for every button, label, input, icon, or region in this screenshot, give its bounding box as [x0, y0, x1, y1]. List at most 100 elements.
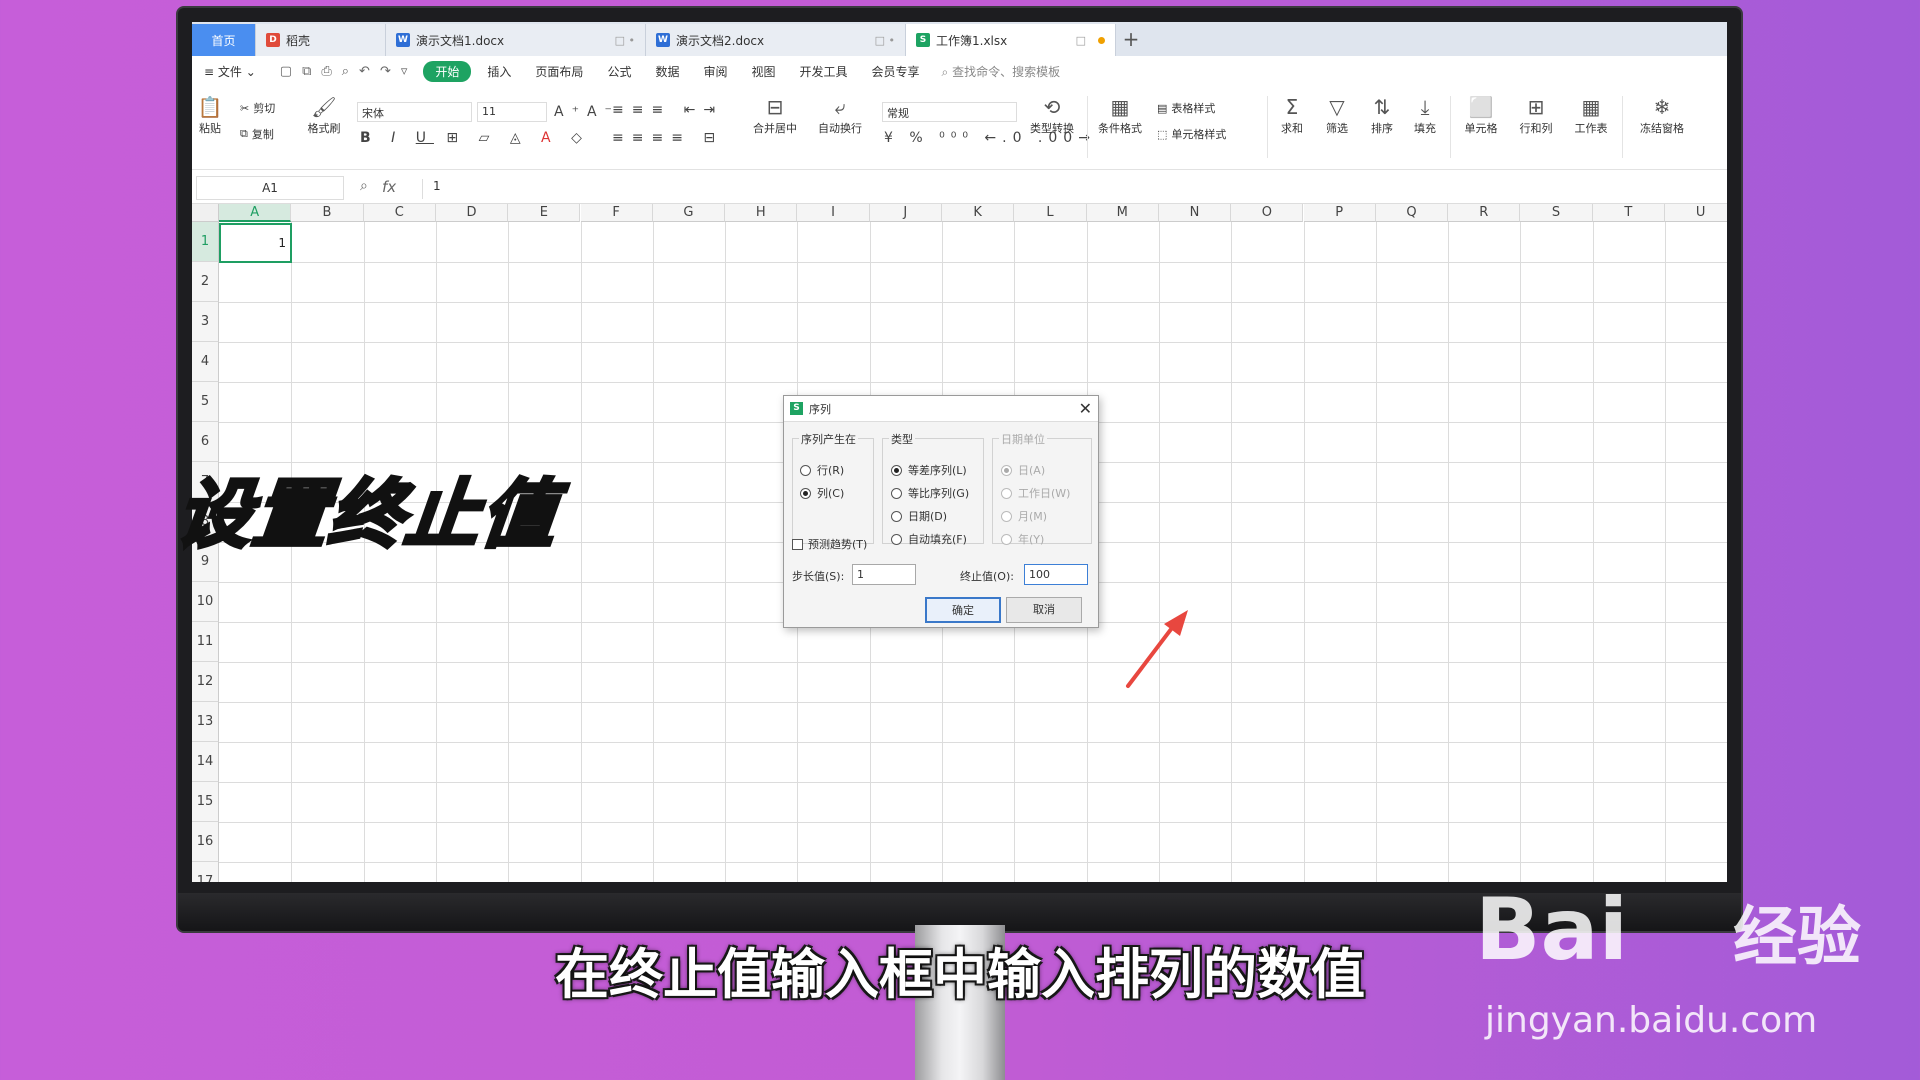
tab-docer[interactable]: D 稻壳: [256, 24, 386, 56]
preview-icon[interactable]: ⌕: [342, 64, 349, 79]
column-header[interactable]: P: [1303, 204, 1376, 222]
formula-input[interactable]: 1: [422, 179, 441, 199]
menu-member[interactable]: 会员专享: [860, 63, 932, 80]
zoom-icon[interactable]: ⌕: [360, 178, 368, 194]
ok-button[interactable]: 确定: [925, 597, 1001, 623]
print-icon[interactable]: ⎙: [321, 64, 331, 79]
column-header[interactable]: N: [1158, 204, 1232, 222]
trend-checkbox[interactable]: 预测趋势(T): [792, 536, 867, 552]
paste-button[interactable]: 📋 粘贴: [196, 94, 224, 136]
column-header[interactable]: T: [1592, 204, 1665, 222]
worksheet-button[interactable]: ▦ 工作表: [1567, 94, 1615, 136]
align-top-tools[interactable]: ≡≡≡ ⇤⇥: [612, 102, 723, 118]
cut-button[interactable]: ✂ 剪切: [240, 100, 275, 116]
conditional-format-button[interactable]: ▦ 条件格式: [1092, 94, 1148, 136]
tab-workbook[interactable]: S 工作簿1.xlsx □: [906, 24, 1116, 56]
menu-start[interactable]: 开始: [423, 60, 472, 82]
menu-insert[interactable]: 插入: [475, 63, 523, 80]
number-format-select[interactable]: 常规: [882, 102, 1017, 122]
redo-icon[interactable]: ↷: [380, 64, 391, 79]
column-header[interactable]: R: [1448, 204, 1521, 222]
close-icon[interactable]: □ •: [615, 34, 635, 47]
menu-layout[interactable]: 页面布局: [523, 63, 595, 80]
row-header[interactable]: 14: [192, 742, 219, 782]
close-icon[interactable]: ✕: [1079, 399, 1092, 418]
column-header[interactable]: O: [1231, 204, 1304, 222]
row-header[interactable]: 13: [192, 702, 219, 742]
copy-button[interactable]: ⧉ 复制: [240, 126, 274, 142]
row-radio[interactable]: 行(R): [800, 462, 844, 478]
table-style-button[interactable]: ▤ 表格样式: [1157, 100, 1215, 116]
tab-home[interactable]: 首页: [192, 24, 256, 56]
stop-input[interactable]: 100: [1024, 564, 1088, 585]
column-header[interactable]: M: [1086, 204, 1159, 222]
freeze-panes-button[interactable]: ❄ 冻结窗格: [1632, 94, 1692, 136]
merge-center-button[interactable]: ⊟ 合并居中: [747, 94, 803, 136]
column-header[interactable]: E: [508, 204, 581, 222]
row-header[interactable]: 11: [192, 622, 219, 662]
command-search[interactable]: ⌕ 查找命令、搜索模板: [942, 63, 1061, 80]
select-all-corner[interactable]: [192, 204, 219, 222]
linear-radio[interactable]: 等差序列(L): [891, 462, 967, 478]
undo-icon[interactable]: ↶: [359, 64, 370, 79]
step-input[interactable]: 1: [852, 564, 916, 585]
row-header[interactable]: 15: [192, 782, 219, 822]
column-header[interactable]: C: [363, 204, 436, 222]
row-header[interactable]: 5: [192, 382, 219, 422]
window-icon[interactable]: □: [1076, 34, 1086, 47]
column-header[interactable]: G: [652, 204, 726, 222]
cell-style-button[interactable]: ⬚ 单元格样式: [1157, 126, 1226, 142]
column-header[interactable]: I: [797, 204, 870, 222]
year-radio[interactable]: 年(Y): [1001, 531, 1044, 547]
name-box[interactable]: A1: [196, 176, 344, 200]
column-header[interactable]: H: [725, 204, 798, 222]
type-convert-button[interactable]: ⟲ 类型转换: [1022, 94, 1082, 136]
menu-review[interactable]: 审阅: [691, 63, 739, 80]
tab-doc1[interactable]: W 演示文档1.docx □ •: [386, 24, 646, 56]
menu-dev[interactable]: 开发工具: [788, 63, 860, 80]
autofill-radio[interactable]: 自动填充(F): [891, 531, 967, 547]
column-header[interactable]: S: [1520, 204, 1593, 222]
font-style-tools[interactable]: B I U ⊞ ▱ ◬ A ◇: [360, 130, 590, 146]
sort-button[interactable]: ⇅ 排序: [1362, 94, 1402, 136]
month-radio[interactable]: 月(M): [1001, 508, 1047, 524]
filter-button[interactable]: ▽ 筛选: [1317, 94, 1357, 136]
align-tools[interactable]: ≡≡≡≡ ⊟: [612, 130, 723, 146]
close-icon[interactable]: □ •: [875, 34, 895, 47]
column-header[interactable]: J: [869, 204, 942, 222]
date-radio[interactable]: 日期(D): [891, 508, 947, 524]
row-header[interactable]: 3: [192, 302, 219, 342]
row-header[interactable]: 2: [192, 262, 219, 302]
font-grow-shrink[interactable]: A⁺A⁻: [554, 104, 620, 120]
column-header[interactable]: D: [435, 204, 509, 222]
tab-doc2[interactable]: W 演示文档2.docx □ •: [646, 24, 906, 56]
weekday-radio[interactable]: 工作日(W): [1001, 485, 1070, 501]
cell-a1[interactable]: 1: [219, 223, 292, 263]
format-painter-button[interactable]: 🖌 格式刷: [304, 94, 344, 136]
col-radio[interactable]: 列(C): [800, 485, 844, 501]
sum-button[interactable]: Σ 求和: [1272, 94, 1312, 136]
fx-icon[interactable]: fx: [382, 178, 396, 196]
column-header[interactable]: L: [1014, 204, 1087, 222]
column-header[interactable]: B: [291, 204, 364, 222]
font-select[interactable]: 宋体: [357, 102, 472, 122]
column-header[interactable]: A: [219, 204, 292, 222]
column-header[interactable]: K: [942, 204, 1015, 222]
row-header[interactable]: 10: [192, 582, 219, 622]
hamburger-icon[interactable]: ≡ 文件 ⌄: [192, 63, 268, 80]
menu-data[interactable]: 数据: [643, 63, 691, 80]
menu-formula[interactable]: 公式: [595, 63, 643, 80]
day-radio[interactable]: 日(A): [1001, 462, 1045, 478]
fill-button[interactable]: ⤓ 填充: [1405, 94, 1445, 136]
row-header[interactable]: 12: [192, 662, 219, 702]
wrap-text-button[interactable]: ⤶ 自动换行: [812, 94, 868, 136]
column-header[interactable]: Q: [1375, 204, 1449, 222]
file-menu[interactable]: 文件: [218, 65, 242, 79]
row-header[interactable]: 17: [192, 862, 219, 882]
row-header[interactable]: 4: [192, 342, 219, 382]
row-header[interactable]: 16: [192, 822, 219, 862]
cancel-button[interactable]: 取消: [1006, 597, 1082, 623]
column-header[interactable]: F: [580, 204, 653, 222]
growth-radio[interactable]: 等比序列(G): [891, 485, 969, 501]
export-icon[interactable]: ⧉: [302, 64, 311, 79]
